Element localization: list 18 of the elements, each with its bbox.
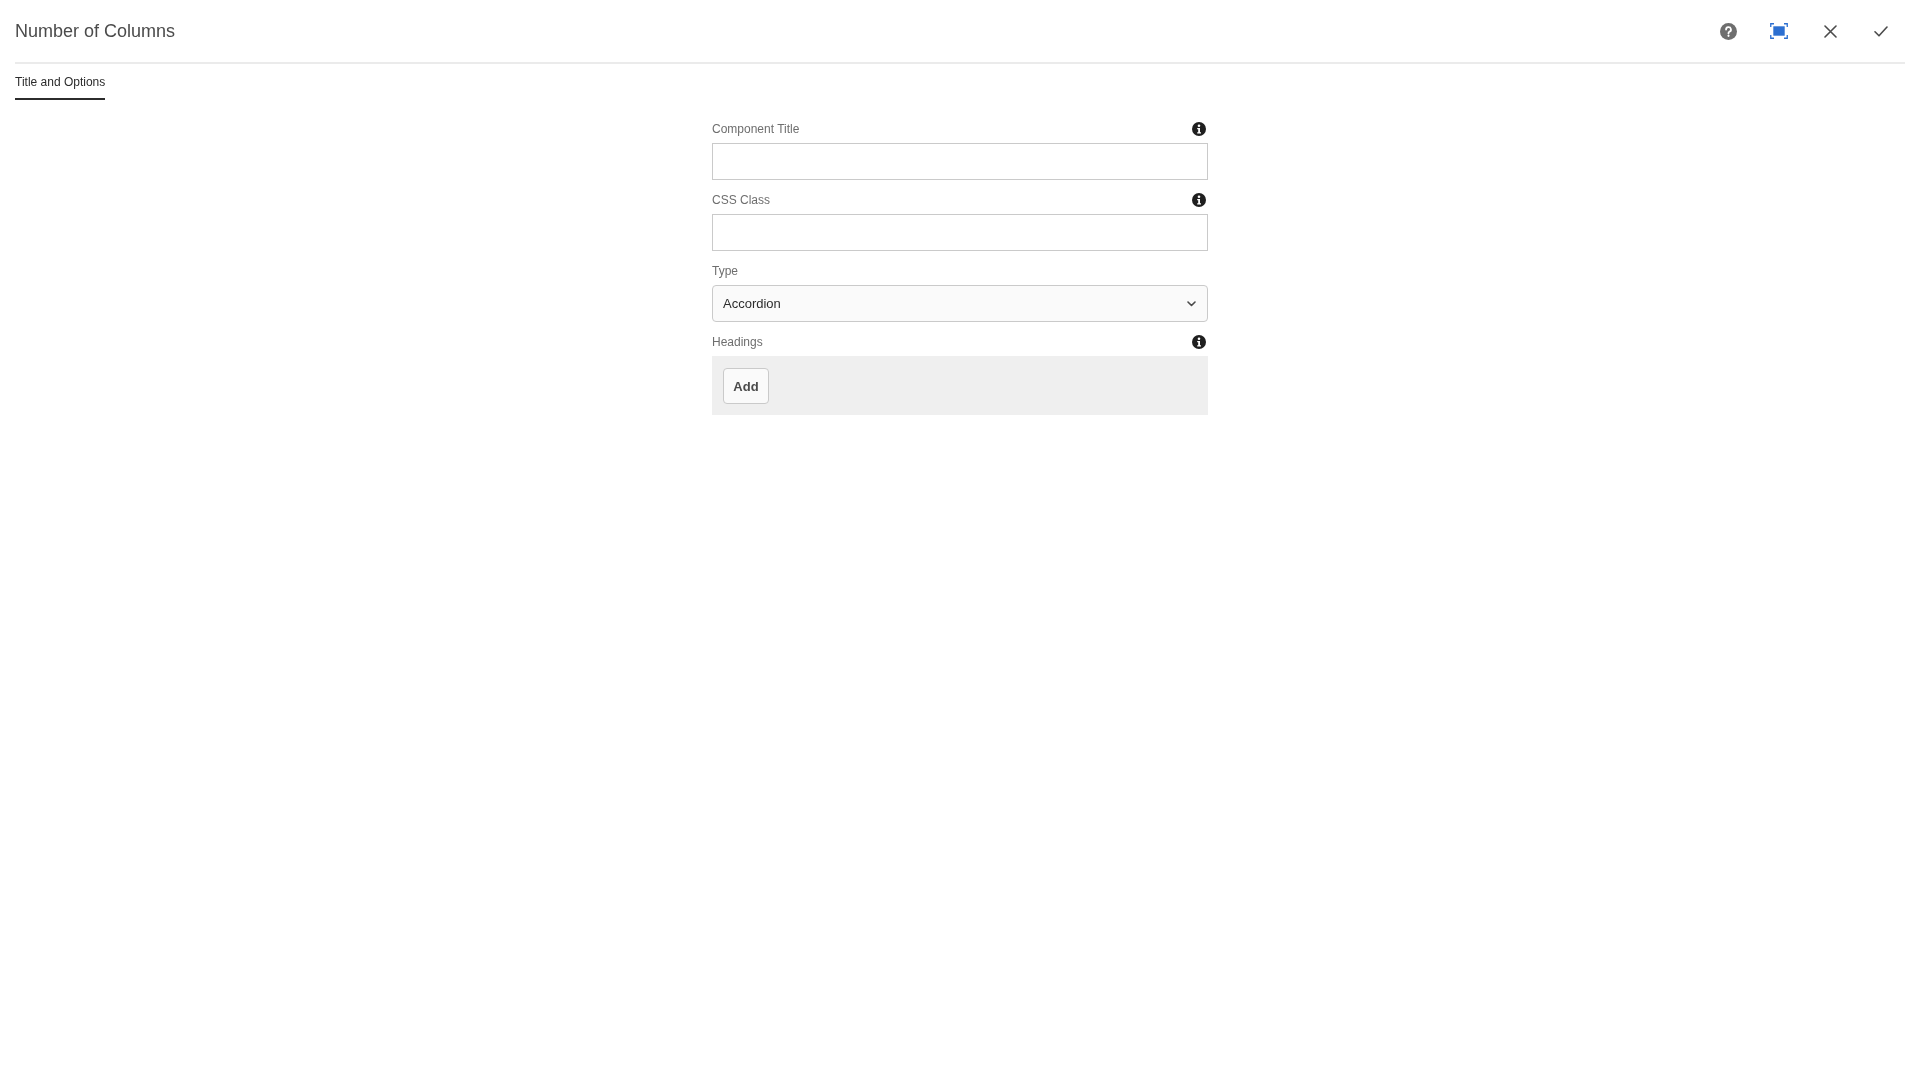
select-field[interactable]: Accordion (712, 285, 1208, 322)
checkmark-icon (1874, 25, 1888, 37)
chevron-down-icon (1187, 300, 1196, 307)
dialog-title: Number of Columns (15, 20, 176, 42)
fullscreen-icon (1770, 23, 1788, 39)
info-icon[interactable] (1192, 335, 1206, 349)
text-input[interactable] (712, 143, 1208, 180)
help-icon (1719, 22, 1737, 40)
field-label: Headings (712, 334, 763, 350)
tab[interactable]: Title and Options (15, 66, 106, 100)
field-label: CSS Class (712, 192, 770, 208)
close-icon (1823, 24, 1837, 38)
info-icon[interactable] (1192, 122, 1206, 136)
info-icon[interactable] (1192, 193, 1206, 207)
text-input[interactable] (712, 214, 1208, 251)
add-button[interactable]: Add (723, 368, 769, 404)
field-label: Component Title (712, 121, 800, 137)
field-label: Type (712, 263, 738, 279)
